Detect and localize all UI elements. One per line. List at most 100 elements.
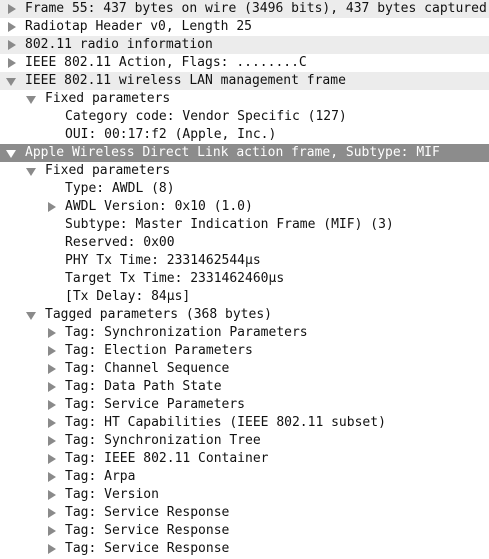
triangle-right-icon[interactable] (45, 504, 57, 522)
triangle-right-icon[interactable] (5, 18, 17, 36)
tree-row-label: Type: AWDL (8) (65, 181, 175, 196)
expander-shape (6, 78, 16, 86)
tree-leaf-row[interactable]: Type: AWDL (8) (0, 180, 489, 198)
triangle-right-icon[interactable] (45, 378, 57, 396)
tree-node-row[interactable]: Tag: Service Response (0, 522, 489, 540)
tree-leaf-row[interactable]: Category code: Vendor Specific (127) (0, 108, 489, 126)
triangle-down-icon[interactable] (5, 72, 17, 90)
tree-row-label: Tag: IEEE 802.11 Container (65, 451, 269, 466)
tree-node-row[interactable]: Tag: Synchronization Tree (0, 432, 489, 450)
triangle-right-icon[interactable] (45, 468, 57, 486)
expander-shape (8, 40, 16, 50)
expander-shape (48, 526, 56, 536)
expander-shape (6, 150, 16, 158)
tree-node-row[interactable]: Tagged parameters (368 bytes) (0, 306, 489, 324)
tree-row-label: Tag: Election Parameters (65, 343, 253, 358)
tree-leaf-row[interactable]: [Tx Delay: 84µs] (0, 288, 489, 306)
triangle-right-icon[interactable] (45, 396, 57, 414)
tree-row-label: Tag: Synchronization Parameters (65, 325, 308, 340)
tree-row-label: Radiotap Header v0, Length 25 (25, 19, 252, 34)
tree-row-label: [Tx Delay: 84µs] (65, 289, 191, 304)
tree-leaf-row[interactable]: Reserved: 0x00 (0, 234, 489, 252)
triangle-right-icon[interactable] (45, 522, 57, 540)
tree-row-label: Reserved: 0x00 (65, 235, 175, 250)
tree-node-row[interactable]: Tag: Service Response (0, 504, 489, 522)
expander-shape (48, 202, 56, 212)
tree-row-label: Tag: Arpa (65, 469, 136, 484)
tree-row-label: Subtype: Master Indication Frame (MIF) (… (65, 217, 394, 232)
tree-row-label: IEEE 802.11 wireless LAN management fram… (25, 73, 346, 88)
tree-row-label: Tag: Service Response (65, 541, 230, 556)
tree-node-row[interactable]: Fixed parameters (0, 90, 489, 108)
tree-node-row[interactable]: IEEE 802.11 Action, Flags: ........C (0, 54, 489, 72)
tree-node-row[interactable]: Tag: Election Parameters (0, 342, 489, 360)
expander-shape (48, 436, 56, 446)
expander-shape (48, 544, 56, 554)
tree-node-row[interactable]: Tag: Service Response (0, 540, 489, 558)
tree-node-row[interactable]: Tag: Service Parameters (0, 396, 489, 414)
expander-shape (48, 400, 56, 410)
tree-node-row[interactable]: Radiotap Header v0, Length 25 (0, 18, 489, 36)
expander-shape (48, 346, 56, 356)
tree-node-row[interactable]: Tag: Channel Sequence (0, 360, 489, 378)
tree-row-label: Frame 55: 437 bytes on wire (3496 bits),… (25, 1, 487, 16)
expander-shape (8, 58, 16, 68)
expander-shape (48, 364, 56, 374)
tree-row-label: Tagged parameters (368 bytes) (45, 307, 272, 322)
expander-shape (48, 382, 56, 392)
triangle-right-icon[interactable] (45, 360, 57, 378)
tree-node-row[interactable]: AWDL Version: 0x10 (1.0) (0, 198, 489, 216)
tree-row-label: OUI: 00:17:f2 (Apple, Inc.) (65, 127, 277, 142)
triangle-right-icon[interactable] (5, 36, 17, 54)
tree-node-row[interactable]: Tag: Data Path State (0, 378, 489, 396)
tree-node-row[interactable]: IEEE 802.11 wireless LAN management fram… (0, 72, 489, 90)
triangle-down-icon[interactable] (25, 90, 37, 108)
tree-row-label: 802.11 radio information (25, 37, 213, 52)
tree-row-label: PHY Tx Time: 2331462544µs (65, 253, 261, 268)
tree-node-row[interactable]: Tag: HT Capabilities (IEEE 802.11 subset… (0, 414, 489, 432)
tree-row-label: Tag: Synchronization Tree (65, 433, 261, 448)
triangle-right-icon[interactable] (5, 0, 17, 18)
tree-leaf-row[interactable]: OUI: 00:17:f2 (Apple, Inc.) (0, 126, 489, 144)
tree-row-label: Tag: Version (65, 487, 159, 502)
triangle-down-icon[interactable] (25, 306, 37, 324)
tree-row-label: Category code: Vendor Specific (127) (65, 109, 347, 124)
tree-row-label: Tag: Data Path State (65, 379, 222, 394)
tree-node-row[interactable]: Tag: Version (0, 486, 489, 504)
expander-shape (48, 418, 56, 428)
expander-shape (48, 472, 56, 482)
triangle-right-icon[interactable] (5, 54, 17, 72)
triangle-down-icon[interactable] (5, 144, 17, 162)
tree-node-row[interactable]: Tag: IEEE 802.11 Container (0, 450, 489, 468)
expander-shape (26, 168, 36, 176)
triangle-right-icon[interactable] (45, 450, 57, 468)
tree-row-label: Target Tx Time: 2331462460µs (65, 271, 285, 286)
tree-row-label: Fixed parameters (45, 91, 171, 106)
triangle-down-icon[interactable] (25, 162, 37, 180)
expander-shape (8, 4, 16, 14)
tree-row-label: Apple Wireless Direct Link action frame,… (25, 145, 440, 160)
tree-node-row[interactable]: Frame 55: 437 bytes on wire (3496 bits),… (0, 0, 489, 18)
triangle-right-icon[interactable] (45, 540, 57, 558)
tree-row-label: Tag: Service Parameters (65, 397, 246, 412)
tree-row-label: Tag: Service Response (65, 505, 230, 520)
triangle-right-icon[interactable] (45, 198, 57, 216)
expander-shape (48, 454, 56, 464)
triangle-right-icon[interactable] (45, 342, 57, 360)
tree-node-row[interactable]: Tag: Arpa (0, 468, 489, 486)
triangle-right-icon[interactable] (45, 324, 57, 342)
tree-node-row[interactable]: Tag: Synchronization Parameters (0, 324, 489, 342)
tree-node-row[interactable]: Fixed parameters (0, 162, 489, 180)
tree-row-label: Tag: HT Capabilities (IEEE 802.11 subset… (65, 415, 386, 430)
triangle-right-icon[interactable] (45, 486, 57, 504)
tree-row-label: Fixed parameters (45, 163, 171, 178)
tree-leaf-row[interactable]: Subtype: Master Indication Frame (MIF) (… (0, 216, 489, 234)
tree-node-row[interactable]: 802.11 radio information (0, 36, 489, 54)
tree-row-label: IEEE 802.11 Action, Flags: ........C (25, 55, 307, 70)
tree-leaf-row[interactable]: Target Tx Time: 2331462460µs (0, 270, 489, 288)
tree-row-label: Tag: Service Response (65, 523, 230, 538)
triangle-right-icon[interactable] (45, 432, 57, 450)
tree-node-row[interactable]: Apple Wireless Direct Link action frame,… (0, 144, 489, 162)
tree-leaf-row[interactable]: PHY Tx Time: 2331462544µs (0, 252, 489, 270)
triangle-right-icon[interactable] (45, 414, 57, 432)
